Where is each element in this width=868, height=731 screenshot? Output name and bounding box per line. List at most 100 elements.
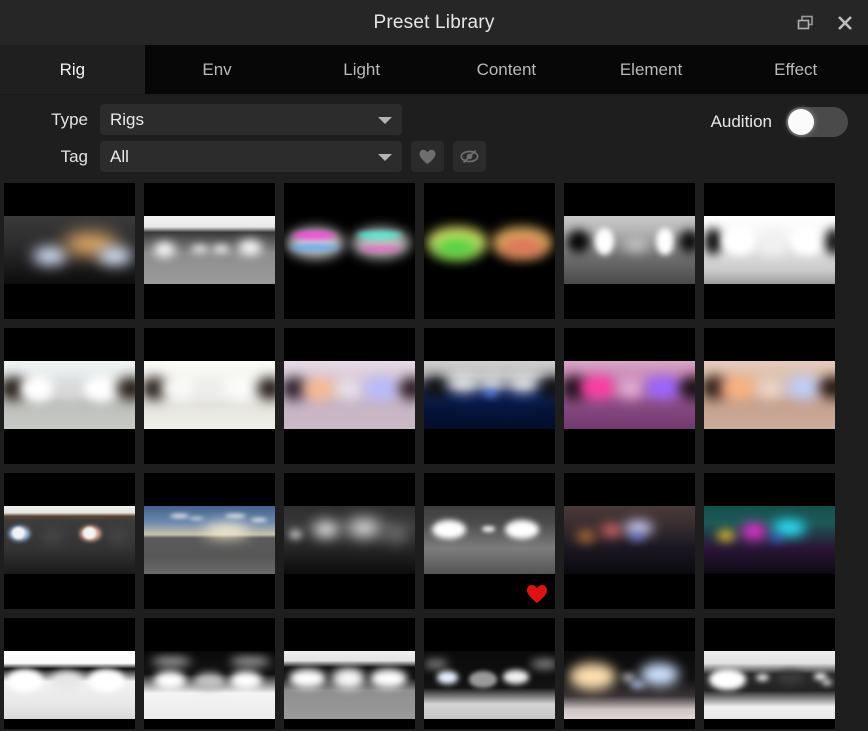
preset-thumbnail[interactable] [424, 328, 555, 464]
preview-light-blob [82, 375, 120, 402]
preview-light-blob [740, 523, 767, 539]
preview-light-blob [289, 244, 339, 250]
preset-preview-image [4, 651, 135, 719]
preset-thumbnail[interactable] [144, 473, 275, 609]
preset-preview-image [704, 506, 835, 574]
chevron-down-icon [378, 153, 392, 161]
preset-preview-image [564, 361, 695, 429]
type-label: Type [51, 109, 88, 129]
heart-icon [419, 149, 436, 164]
preset-thumbnail[interactable] [4, 328, 135, 464]
preset-thumbnail[interactable] [284, 183, 415, 319]
preview-light-blob [188, 516, 205, 521]
window-controls [792, 0, 858, 45]
preset-preview-image [564, 216, 695, 284]
preset-thumbnail[interactable] [424, 183, 555, 319]
audition-label: Audition [710, 112, 772, 131]
tab-rig[interactable]: Rig [0, 45, 145, 94]
tab-env[interactable]: Env [144, 45, 290, 94]
preview-light-blob [19, 375, 57, 402]
window-title-bar: Preset Library [0, 0, 868, 45]
preset-thumbnail[interactable] [4, 183, 135, 319]
tab-light[interactable]: Light [289, 45, 435, 94]
preview-light-blob [336, 381, 363, 398]
preset-preview-image [284, 506, 415, 574]
preset-thumbnail[interactable] [424, 618, 555, 729]
preset-thumbnail[interactable] [704, 473, 835, 609]
preview-light-blob [212, 244, 231, 253]
preset-thumbnail[interactable] [144, 618, 275, 729]
audition-toggle[interactable] [786, 107, 848, 137]
preview-light-blob [170, 514, 189, 519]
preview-light-blob [769, 534, 783, 542]
preview-light-blob [629, 680, 646, 688]
preview-light-blob [756, 380, 786, 398]
preset-preview-image [4, 216, 135, 284]
preview-light-blob [230, 671, 262, 691]
preset-thumbnail[interactable] [144, 328, 275, 464]
preview-light-blob [383, 527, 408, 540]
preview-light-blob [447, 374, 480, 393]
preset-thumbnail[interactable] [564, 473, 695, 609]
preview-light-blob [108, 529, 128, 543]
preview-light-blob [531, 660, 555, 668]
preset-thumbnail[interactable] [284, 328, 415, 464]
preset-preview-image [704, 361, 835, 429]
tag-label: Tag [60, 146, 88, 166]
preset-thumbnail[interactable] [704, 618, 835, 729]
tag-select[interactable]: All [100, 141, 402, 172]
preset-thumbnail[interactable] [704, 183, 835, 319]
preview-light-blob [759, 229, 788, 256]
preview-light-blob [479, 374, 506, 391]
preset-thumbnail[interactable] [284, 618, 415, 729]
preset-thumbnail[interactable] [564, 328, 695, 464]
preview-light-blob [312, 522, 339, 538]
preview-light-blob [566, 229, 591, 253]
preset-thumbnail[interactable] [704, 328, 835, 464]
preview-light-blob [679, 229, 695, 253]
type-select[interactable]: Rigs [100, 104, 402, 135]
preset-preview-image [564, 506, 695, 574]
preview-light-blob [722, 226, 757, 256]
tab-element[interactable]: Element [578, 45, 724, 94]
preview-light-blob [717, 530, 736, 542]
toggle-knob [788, 109, 814, 135]
preset-thumbnail[interactable] [564, 618, 695, 729]
preset-thumbnail[interactable] [564, 183, 695, 319]
chevron-down-icon [378, 116, 392, 124]
tag-filter-row: Tag All [0, 138, 868, 175]
favorites-filter-button[interactable] [411, 141, 444, 172]
preview-light-blob [502, 670, 529, 684]
preview-light-blob [621, 674, 635, 681]
preview-light-blob [154, 241, 176, 257]
preset-thumbnail[interactable] [284, 473, 415, 609]
tab-effect[interactable]: Effect [723, 45, 868, 94]
preview-light-blob [230, 657, 270, 665]
preset-thumbnail[interactable] [144, 183, 275, 319]
preset-preview-image [144, 651, 275, 719]
close-icon[interactable] [832, 10, 858, 36]
preview-light-blob [370, 668, 408, 688]
preview-light-blob [6, 668, 44, 692]
preset-grid-scroll-area[interactable] [0, 183, 868, 729]
preset-thumbnail[interactable] [4, 473, 135, 609]
restore-window-icon[interactable] [792, 10, 818, 36]
preview-light-blob [639, 663, 680, 687]
preset-preview-image [424, 651, 555, 719]
preset-thumbnail[interactable] [4, 618, 135, 729]
preview-light-blob [424, 660, 448, 668]
preview-light-blob [82, 527, 96, 540]
tab-content[interactable]: Content [434, 45, 579, 94]
preview-light-blob [53, 381, 86, 400]
preview-light-blob [679, 375, 695, 401]
tab-label: Content [476, 59, 537, 79]
preview-light-blob [819, 375, 835, 400]
preset-grid [4, 183, 868, 729]
preview-light-blob [302, 378, 337, 400]
tab-label: Element [619, 59, 683, 79]
tab-label: Effect [774, 59, 818, 79]
type-select-value: Rigs [110, 109, 145, 129]
preview-light-blob [595, 228, 614, 256]
hidden-filter-button[interactable] [453, 141, 486, 172]
preset-thumbnail[interactable] [424, 473, 555, 609]
